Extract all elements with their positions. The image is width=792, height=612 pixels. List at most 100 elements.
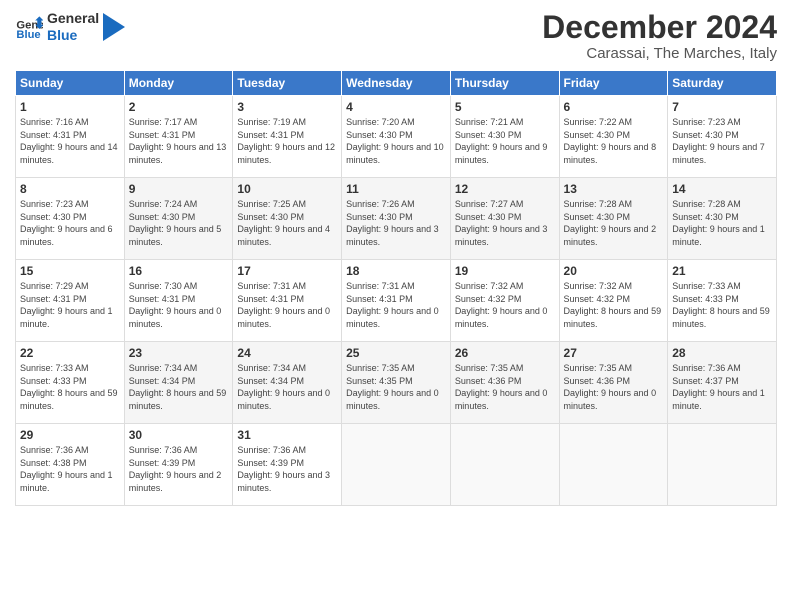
calendar-cell: 12 Sunrise: 7:27 AMSunset: 4:30 PMDayligh…	[450, 178, 559, 260]
calendar-cell: 24 Sunrise: 7:34 AMSunset: 4:34 PMDayligh…	[233, 342, 342, 424]
header-row: Sunday Monday Tuesday Wednesday Thursday…	[16, 71, 777, 96]
calendar-cell: 23 Sunrise: 7:34 AMSunset: 4:34 PMDayligh…	[124, 342, 233, 424]
svg-text:Blue: Blue	[16, 29, 40, 41]
day-number: 8	[20, 182, 120, 196]
calendar-row: 22Sunrise: 7:33 AMSunset: 4:33 PMDayligh…	[16, 342, 777, 424]
day-number: 26	[455, 346, 555, 360]
day-info: Sunrise: 7:34 AMSunset: 4:34 PMDaylight:…	[237, 362, 337, 412]
day-info: Sunrise: 7:36 AMSunset: 4:39 PMDaylight:…	[237, 444, 337, 494]
day-number: 13	[564, 182, 664, 196]
day-info: Sunrise: 7:28 AMSunset: 4:30 PMDaylight:…	[564, 198, 664, 248]
calendar-cell: 27 Sunrise: 7:35 AMSunset: 4:36 PMDayligh…	[559, 342, 668, 424]
day-number: 18	[346, 264, 446, 278]
day-number: 21	[672, 264, 772, 278]
day-info: Sunrise: 7:23 AMSunset: 4:30 PMDaylight:…	[672, 116, 772, 166]
calendar-cell: 21Sunrise: 7:33 AMSunset: 4:33 PMDayligh…	[668, 260, 777, 342]
day-number: 17	[237, 264, 337, 278]
calendar-cell: 8 Sunrise: 7:23 AMSunset: 4:30 PMDaylight…	[16, 178, 125, 260]
col-sunday: Sunday	[16, 71, 125, 96]
calendar-row: 29Sunrise: 7:36 AMSunset: 4:38 PMDayligh…	[16, 424, 777, 506]
day-info: Sunrise: 7:35 AMSunset: 4:36 PMDaylight:…	[564, 362, 664, 412]
day-info: Sunrise: 7:25 AMSunset: 4:30 PMDaylight:…	[237, 198, 337, 248]
day-number: 12	[455, 182, 555, 196]
calendar-cell: 2 Sunrise: 7:17 AMSunset: 4:31 PMDaylight…	[124, 96, 233, 178]
day-info: Sunrise: 7:21 AMSunset: 4:30 PMDaylight:…	[455, 116, 555, 166]
day-number: 24	[237, 346, 337, 360]
day-info: Sunrise: 7:19 AMSunset: 4:31 PMDaylight:…	[237, 116, 337, 166]
header: General Blue General Blue December 2024 …	[15, 10, 777, 62]
calendar-cell	[450, 424, 559, 506]
day-info: Sunrise: 7:26 AMSunset: 4:30 PMDaylight:…	[346, 198, 446, 248]
day-info: Sunrise: 7:36 AMSunset: 4:37 PMDaylight:…	[672, 362, 772, 412]
col-wednesday: Wednesday	[342, 71, 451, 96]
col-friday: Friday	[559, 71, 668, 96]
calendar-cell: 22Sunrise: 7:33 AMSunset: 4:33 PMDayligh…	[16, 342, 125, 424]
day-number: 27	[564, 346, 664, 360]
calendar-cell: 6Sunrise: 7:22 AMSunset: 4:30 PMDaylight…	[559, 96, 668, 178]
calendar-row: 8 Sunrise: 7:23 AMSunset: 4:30 PMDaylight…	[16, 178, 777, 260]
day-number: 2	[129, 100, 229, 114]
day-info: Sunrise: 7:17 AMSunset: 4:31 PMDaylight:…	[129, 116, 229, 166]
day-number: 30	[129, 428, 229, 442]
calendar-cell: 14 Sunrise: 7:28 AMSunset: 4:30 PMDayligh…	[668, 178, 777, 260]
day-number: 3	[237, 100, 337, 114]
day-info: Sunrise: 7:23 AMSunset: 4:30 PMDaylight:…	[20, 198, 120, 248]
day-number: 28	[672, 346, 772, 360]
calendar-cell: 25Sunrise: 7:35 AMSunset: 4:35 PMDayligh…	[342, 342, 451, 424]
calendar-cell: 17 Sunrise: 7:31 AMSunset: 4:31 PMDayligh…	[233, 260, 342, 342]
calendar-cell: 19 Sunrise: 7:32 AMSunset: 4:32 PMDayligh…	[450, 260, 559, 342]
col-tuesday: Tuesday	[233, 71, 342, 96]
calendar-cell: 28 Sunrise: 7:36 AMSunset: 4:37 PMDayligh…	[668, 342, 777, 424]
col-thursday: Thursday	[450, 71, 559, 96]
day-number: 14	[672, 182, 772, 196]
day-number: 16	[129, 264, 229, 278]
day-info: Sunrise: 7:16 AMSunset: 4:31 PMDaylight:…	[20, 116, 120, 166]
calendar-cell: 13 Sunrise: 7:28 AMSunset: 4:30 PMDayligh…	[559, 178, 668, 260]
day-info: Sunrise: 7:28 AMSunset: 4:30 PMDaylight:…	[672, 198, 772, 248]
calendar-cell: 16 Sunrise: 7:30 AMSunset: 4:31 PMDayligh…	[124, 260, 233, 342]
day-number: 31	[237, 428, 337, 442]
logo-blue: Blue	[47, 27, 99, 44]
calendar-cell: 3 Sunrise: 7:19 AMSunset: 4:31 PMDaylight…	[233, 96, 342, 178]
day-info: Sunrise: 7:20 AMSunset: 4:30 PMDaylight:…	[346, 116, 446, 166]
calendar-cell: 20Sunrise: 7:32 AMSunset: 4:32 PMDayligh…	[559, 260, 668, 342]
day-info: Sunrise: 7:29 AMSunset: 4:31 PMDaylight:…	[20, 280, 120, 330]
col-monday: Monday	[124, 71, 233, 96]
day-number: 20	[564, 264, 664, 278]
calendar-cell: 5 Sunrise: 7:21 AMSunset: 4:30 PMDaylight…	[450, 96, 559, 178]
day-info: Sunrise: 7:30 AMSunset: 4:31 PMDaylight:…	[129, 280, 229, 330]
day-number: 1	[20, 100, 120, 114]
day-info: Sunrise: 7:36 AMSunset: 4:39 PMDaylight:…	[129, 444, 229, 494]
calendar-body: 1 Sunrise: 7:16 AMSunset: 4:31 PMDaylight…	[16, 96, 777, 506]
calendar-table: Sunday Monday Tuesday Wednesday Thursday…	[15, 70, 777, 506]
day-number: 29	[20, 428, 120, 442]
day-number: 9	[129, 182, 229, 196]
calendar-cell: 18 Sunrise: 7:31 AMSunset: 4:31 PMDayligh…	[342, 260, 451, 342]
calendar-cell: 15Sunrise: 7:29 AMSunset: 4:31 PMDayligh…	[16, 260, 125, 342]
day-info: Sunrise: 7:31 AMSunset: 4:31 PMDaylight:…	[346, 280, 446, 330]
day-info: Sunrise: 7:32 AMSunset: 4:32 PMDaylight:…	[455, 280, 555, 330]
logo-icon: General Blue	[15, 13, 43, 41]
calendar-cell: 1 Sunrise: 7:16 AMSunset: 4:31 PMDaylight…	[16, 96, 125, 178]
day-number: 19	[455, 264, 555, 278]
day-number: 11	[346, 182, 446, 196]
calendar-cell: 9Sunrise: 7:24 AMSunset: 4:30 PMDaylight…	[124, 178, 233, 260]
calendar-cell: 29Sunrise: 7:36 AMSunset: 4:38 PMDayligh…	[16, 424, 125, 506]
col-saturday: Saturday	[668, 71, 777, 96]
day-number: 5	[455, 100, 555, 114]
calendar-row: 1 Sunrise: 7:16 AMSunset: 4:31 PMDaylight…	[16, 96, 777, 178]
day-number: 10	[237, 182, 337, 196]
day-number: 23	[129, 346, 229, 360]
day-number: 25	[346, 346, 446, 360]
day-info: Sunrise: 7:34 AMSunset: 4:34 PMDaylight:…	[129, 362, 229, 412]
day-info: Sunrise: 7:22 AMSunset: 4:30 PMDaylight:…	[564, 116, 664, 166]
location: Carassai, The Marches, Italy	[542, 45, 777, 62]
logo-arrow-icon	[103, 13, 125, 41]
calendar-cell: 30 Sunrise: 7:36 AMSunset: 4:39 PMDayligh…	[124, 424, 233, 506]
calendar-cell: 31 Sunrise: 7:36 AMSunset: 4:39 PMDayligh…	[233, 424, 342, 506]
logo: General Blue General Blue	[15, 10, 125, 44]
day-info: Sunrise: 7:27 AMSunset: 4:30 PMDaylight:…	[455, 198, 555, 248]
calendar-cell: 4Sunrise: 7:20 AMSunset: 4:30 PMDaylight…	[342, 96, 451, 178]
day-info: Sunrise: 7:31 AMSunset: 4:31 PMDaylight:…	[237, 280, 337, 330]
calendar-cell: 26Sunrise: 7:35 AMSunset: 4:36 PMDayligh…	[450, 342, 559, 424]
